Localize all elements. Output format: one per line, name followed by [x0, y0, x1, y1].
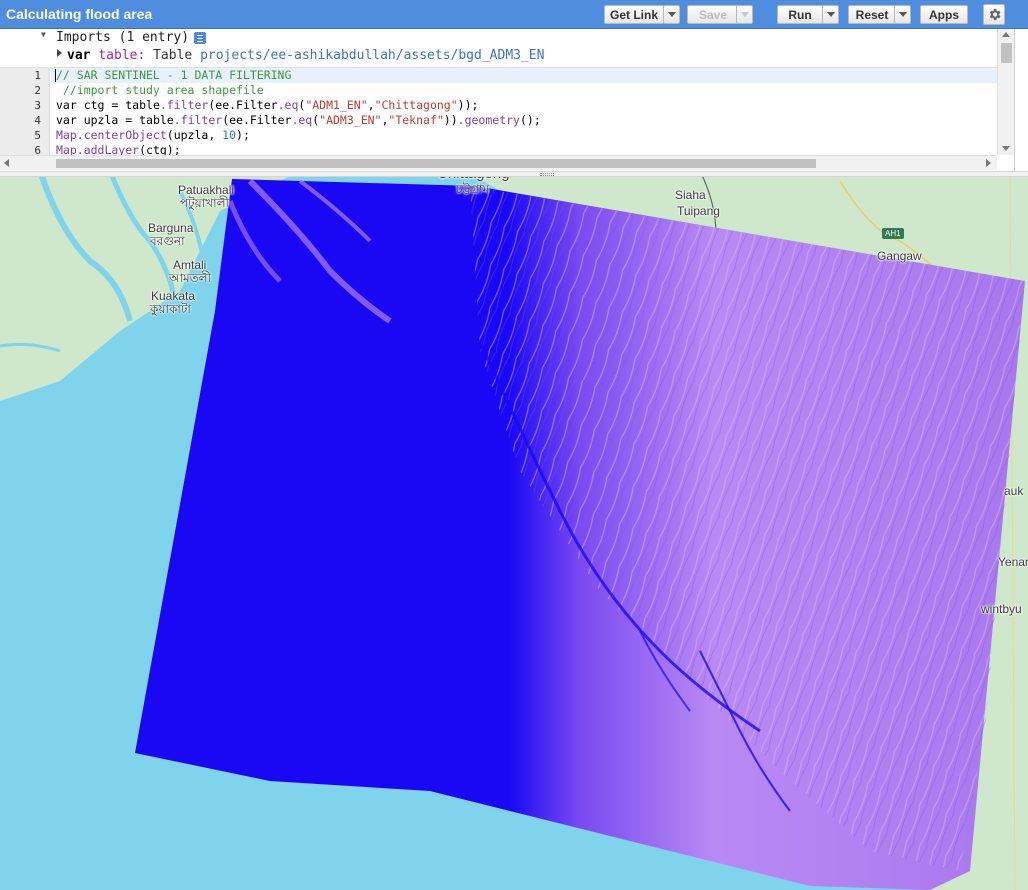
save-dropdown[interactable] [736, 5, 753, 24]
imports-label: Imports (1 entry) [56, 30, 190, 45]
place-label-patuakhali-bn: পটুয়াখালী [180, 196, 229, 210]
scroll-up-icon[interactable] [1002, 32, 1010, 37]
place-label-wintbyu: wintbyu [981, 602, 1022, 616]
save-button[interactable]: Save [687, 5, 739, 24]
panel-splitter[interactable] [0, 171, 1028, 177]
collapse-triangle-icon[interactable]: ▼ [41, 30, 46, 39]
code-line[interactable]: // SAR SENTINEL - 1 DATA FILTERING [56, 68, 291, 83]
get-link-dropdown[interactable] [663, 5, 680, 24]
scroll-right-icon[interactable] [986, 159, 991, 167]
code-editor[interactable]: ▼ Imports (1 entry) var table: Table pro… [0, 29, 1015, 171]
import-variable-name[interactable]: table: [98, 48, 145, 63]
place-label-siaha: Siaha [675, 188, 706, 202]
place-label-amtali-bn: আমতলী [169, 271, 212, 285]
import-keyword: var [67, 48, 91, 63]
scrollbar-thumb[interactable] [56, 159, 816, 168]
code-line[interactable]: var ctg = table.filter(ee.Filter.eq("ADM… [56, 98, 478, 113]
line-number: 3 [34, 99, 41, 112]
code-line[interactable]: //import study area shapefile [56, 83, 264, 98]
place-label-gangaw: Gangaw [877, 249, 922, 263]
get-link-button[interactable]: Get Link [604, 5, 664, 24]
chevron-down-icon [898, 12, 907, 17]
editor-horizontal-scrollbar[interactable] [0, 155, 997, 170]
editor-vertical-scrollbar[interactable] [997, 29, 1014, 155]
scroll-down-icon[interactable] [1002, 146, 1010, 151]
imports-header[interactable]: ▼ Imports (1 entry) [0, 29, 997, 47]
import-entry[interactable]: var table: Table projects/ee-ashikabdull… [0, 47, 997, 65]
run-dropdown[interactable] [822, 5, 839, 24]
script-title-bar: Calculating flood area Get Link Save Run… [0, 0, 1028, 29]
chevron-down-icon [740, 12, 749, 17]
import-type: Table [153, 48, 193, 63]
map-canvas[interactable]: Chittagong চট্টগ্রাম Patuakhali পটুয়াখা… [0, 171, 1028, 890]
drag-handle-icon[interactable] [540, 173, 554, 176]
highway-shield: AH1 [882, 228, 904, 239]
basemap [0, 171, 1028, 890]
import-asset-path[interactable]: projects/ee-ashikabdullah/assets/bgd_ADM… [200, 48, 544, 63]
sar-image-layer [135, 178, 1025, 890]
scroll-left-icon[interactable] [4, 159, 9, 167]
line-number: 2 [34, 84, 41, 97]
place-label-kuakata-bn: কুয়াকাটা [150, 302, 191, 316]
code-line[interactable]: var upzla = table.filter(ee.Filter.eq("A… [56, 113, 541, 128]
gear-icon [989, 8, 1000, 21]
script-title: Calculating flood area [6, 6, 153, 22]
settings-button[interactable] [983, 4, 1005, 25]
line-number: 1 [34, 69, 41, 82]
reset-button[interactable]: Reset [848, 5, 896, 24]
place-label-chittagong-bn: চট্টগ্রাম [456, 182, 490, 196]
place-label-tuipang: Tuipang [677, 204, 720, 218]
line-number-gutter: 1 2 3 4 5 6 7 [0, 68, 50, 161]
expand-triangle-icon[interactable] [57, 49, 62, 57]
chevron-down-icon [667, 12, 676, 17]
chevron-down-icon [826, 12, 835, 17]
place-label-barguna-bn: বরগুনা [150, 234, 185, 248]
place-label-auk: auk [1004, 484, 1024, 498]
place-label-yenan: Yenan [998, 555, 1028, 569]
code-line[interactable]: Map.centerObject(upzla, 10); [56, 128, 250, 143]
code-area[interactable]: 1 2 3 4 5 6 7 // SAR SENTINEL - 1 DATA F… [0, 67, 997, 161]
show-script-icon[interactable] [194, 32, 206, 44]
reset-dropdown[interactable] [894, 5, 911, 24]
line-number: 4 [34, 114, 41, 127]
scrollbar-thumb[interactable] [1001, 43, 1012, 63]
line-number: 5 [34, 129, 41, 142]
apps-button[interactable]: Apps [920, 5, 968, 24]
run-button[interactable]: Run [777, 5, 823, 24]
